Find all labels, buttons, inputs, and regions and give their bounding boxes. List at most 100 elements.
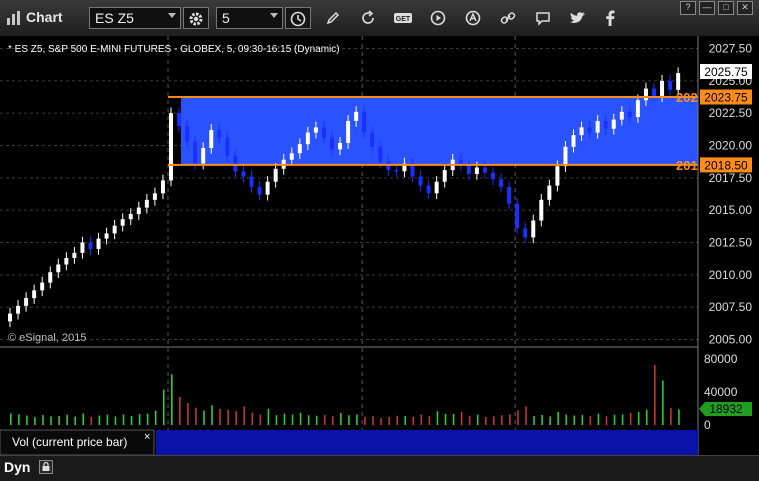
volume-bar (356, 414, 358, 425)
price-chart[interactable]: 202 201 * ES Z5, S&P 500 E-MINI FUTURES … (0, 36, 759, 475)
candle-body (474, 167, 479, 174)
volume-bar (259, 414, 262, 425)
candle-body (643, 88, 648, 101)
candle-body (201, 148, 206, 164)
volume-bar (10, 413, 12, 425)
candle-body (289, 153, 294, 160)
volume-bar (82, 413, 85, 425)
gear-icon[interactable] (183, 7, 209, 29)
facebook-icon[interactable] (597, 7, 623, 29)
candle-body (160, 180, 165, 194)
chart-area[interactable]: 202 201 * ES Z5, S&P 500 E-MINI FUTURES … (0, 36, 759, 475)
candle-body (547, 185, 552, 200)
status-bar: Dyn (0, 455, 759, 481)
candle-body (96, 238, 101, 249)
maximize-button[interactable]: □ (718, 1, 734, 15)
candle-body (660, 80, 665, 97)
interval-input[interactable]: 5 (216, 7, 283, 29)
clock-icon[interactable] (285, 7, 311, 29)
chart-app-icon (7, 11, 20, 25)
candle-body (152, 193, 157, 200)
volume-bar (533, 416, 535, 425)
volume-bar (348, 415, 350, 425)
candle-body (370, 132, 375, 147)
candle-body (603, 120, 608, 129)
volume-bar (565, 414, 568, 425)
volume-bar (42, 415, 44, 425)
price-tick-label: 2015.00 (709, 203, 753, 217)
candle-body (169, 113, 173, 181)
volume-bar (18, 414, 20, 425)
volume-bar (428, 416, 431, 425)
volume-bar (235, 411, 237, 425)
help-button[interactable]: ? (680, 1, 696, 15)
volume-bar (412, 416, 415, 425)
candle-body (571, 135, 576, 147)
candle-body (418, 176, 423, 186)
volume-bar (211, 405, 213, 425)
price-tick-label: 2012.50 (709, 236, 753, 250)
volume-bar (34, 417, 36, 425)
volume-bar (26, 415, 28, 425)
candle-body (128, 214, 133, 220)
volume-bar (364, 416, 366, 425)
volume-bar (74, 416, 76, 425)
chart-header: * ES Z5, S&P 500 E-MINI FUTURES - GLOBEX… (8, 44, 340, 55)
volume-bar (179, 397, 181, 425)
refresh-icon[interactable] (355, 7, 381, 29)
candle-body (193, 141, 198, 164)
volume-bar (50, 416, 52, 425)
upper-price-value: 2023.75 (704, 91, 748, 105)
volume-bar (645, 409, 648, 425)
candle-body (330, 137, 334, 150)
price-tick-label: 2010.00 (709, 268, 753, 282)
volume-bar (493, 416, 495, 425)
chevron-down-icon[interactable] (168, 13, 176, 18)
volume-bar (130, 416, 133, 425)
volume-tick-label: 80000 (704, 352, 738, 366)
volume-legend-close-icon[interactable]: × (144, 431, 150, 443)
candle-body (434, 181, 439, 194)
chevron-down-icon[interactable] (270, 13, 278, 18)
highlight-zone[interactable] (181, 97, 698, 165)
volume-bar (187, 403, 189, 425)
volume-bar (114, 416, 117, 425)
volume-bar (436, 411, 439, 425)
symbol-input[interactable]: ES Z5 (89, 7, 181, 29)
candle-body (386, 162, 391, 171)
candle-body (627, 111, 632, 118)
volume-bar (154, 410, 157, 425)
candle-body (8, 313, 12, 322)
volume-tick-label: 0 (704, 418, 711, 432)
dynamic-mode-label[interactable]: Dyn (4, 459, 30, 475)
volume-bar (66, 414, 68, 425)
volume-bar (613, 414, 616, 425)
volume-bar (340, 413, 342, 425)
candle-body (80, 242, 85, 253)
pencil-icon[interactable] (320, 7, 346, 29)
copyright-text: © eSignal, 2015 (8, 332, 86, 344)
volume-bar (662, 380, 664, 425)
minimize-button[interactable]: — (699, 1, 715, 15)
volume-bar (203, 410, 205, 425)
alert-icon[interactable] (460, 7, 486, 29)
candle-body (507, 186, 512, 204)
link-icon[interactable] (495, 7, 521, 29)
chat-icon[interactable] (530, 7, 556, 29)
candle-body (426, 185, 431, 194)
volume-bar (629, 412, 632, 425)
chart-toolbar: Chart ES Z5 5 GET ? — □ ✕ (0, 0, 759, 37)
twitter-icon[interactable] (565, 7, 591, 29)
candle-body (120, 219, 125, 226)
volume-bar (404, 416, 407, 425)
get-icon[interactable]: GET (390, 7, 416, 29)
volume-bar (380, 418, 382, 425)
close-button[interactable]: ✕ (737, 1, 753, 15)
candle-body (668, 80, 673, 90)
volume-bar (315, 415, 318, 425)
lock-icon[interactable] (39, 460, 53, 474)
play-icon[interactable] (425, 7, 451, 29)
volume-bar (227, 409, 229, 425)
volume-bar (517, 410, 519, 425)
candle-body (40, 282, 45, 291)
